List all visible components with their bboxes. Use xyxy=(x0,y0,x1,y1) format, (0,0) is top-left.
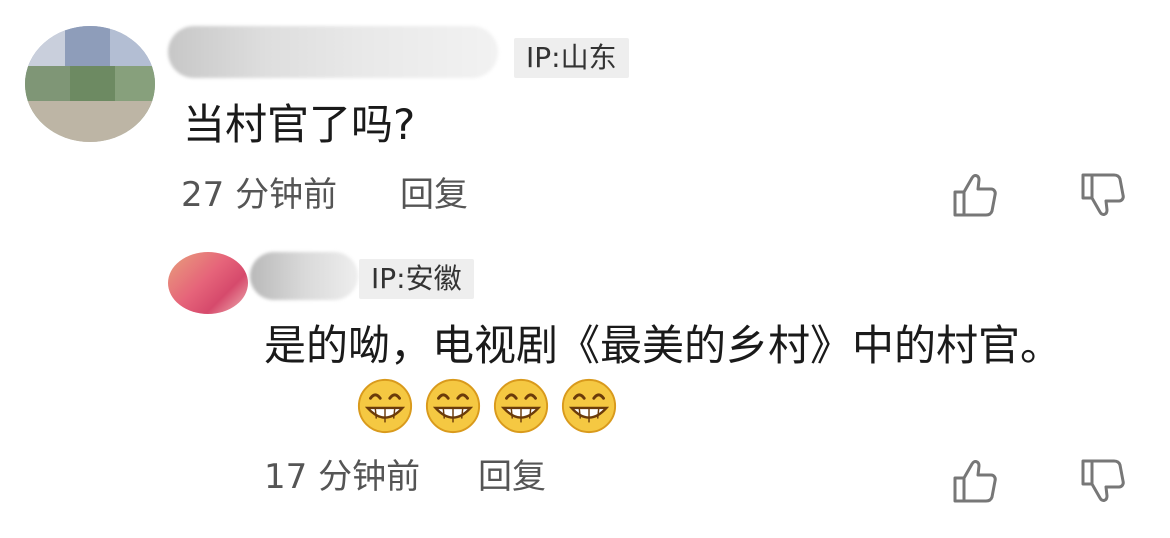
comment-text: 当村官了吗? xyxy=(183,100,416,149)
grin-emoji xyxy=(425,378,481,434)
username-blurred[interactable] xyxy=(168,26,498,78)
comment-time: 17 分钟前 xyxy=(264,457,421,497)
grin-emoji xyxy=(357,378,413,434)
grin-emoji xyxy=(493,378,549,434)
reply-button[interactable]: 回复 xyxy=(400,173,468,217)
comment-time: 27 分钟前 xyxy=(181,175,338,215)
comment-text: 是的呦，电视剧《最美的乡村》中的村官。 xyxy=(264,321,1063,370)
username-blurred[interactable] xyxy=(250,252,358,300)
avatar[interactable] xyxy=(168,252,248,314)
avatar[interactable] xyxy=(25,26,155,142)
ip-location-badge: IP:山东 xyxy=(514,38,629,78)
emoji-row xyxy=(356,377,618,435)
thumbs-up-icon[interactable] xyxy=(950,456,1000,506)
ip-location-badge: IP:安徽 xyxy=(359,259,474,299)
thumbs-down-icon[interactable] xyxy=(1078,170,1128,220)
thumbs-down-icon[interactable] xyxy=(1078,456,1128,506)
thumbs-up-icon[interactable] xyxy=(950,170,1000,220)
grin-emoji xyxy=(561,378,617,434)
reply-button[interactable]: 回复 xyxy=(478,455,546,499)
